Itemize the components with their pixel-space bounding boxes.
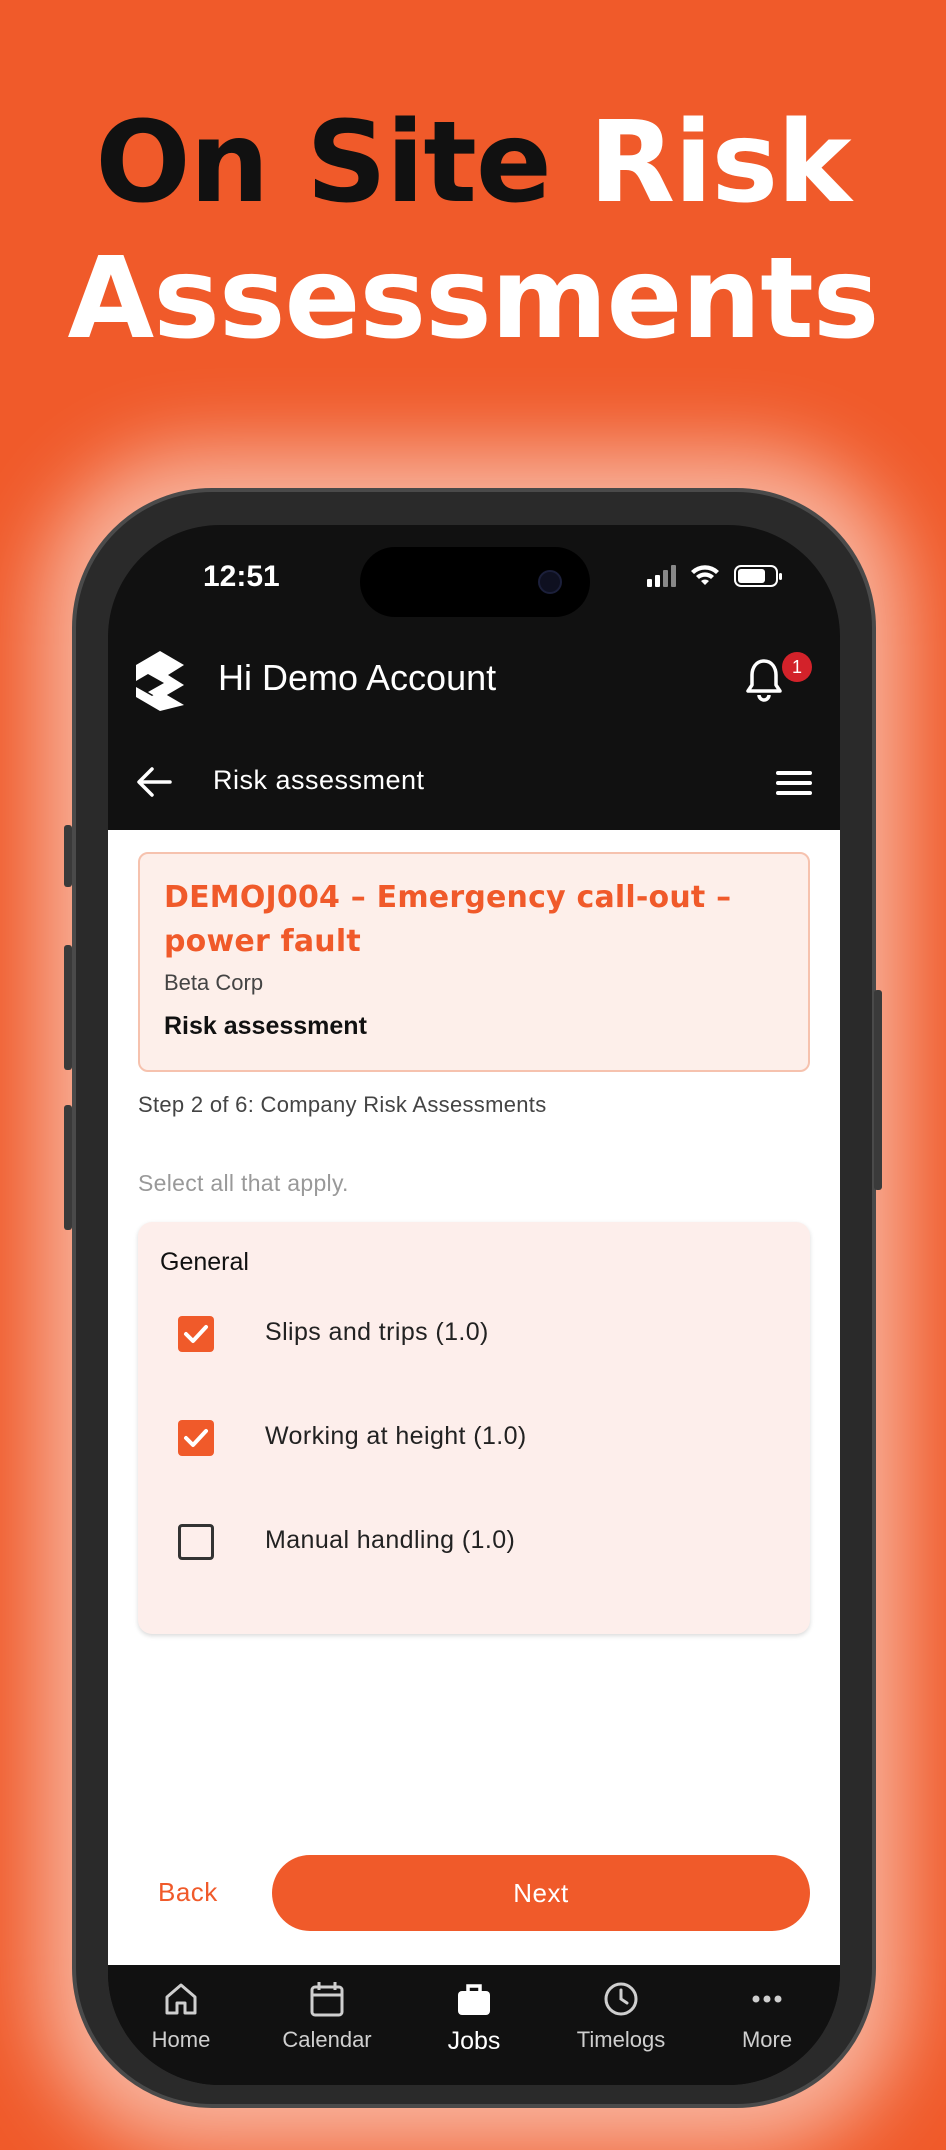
greeting-title: Hi Demo Account	[218, 657, 497, 698]
back-arrow-icon[interactable]	[136, 765, 172, 799]
dynamic-island	[360, 547, 590, 617]
tab-label: Home	[151, 2027, 211, 2052]
tab-label: More	[741, 2027, 793, 2052]
next-button[interactable]: Next	[272, 1855, 810, 1931]
main-content: DEMOJ004 – Emergency call-out – power fa…	[108, 830, 840, 1965]
phone-volume-up-button	[64, 945, 72, 1070]
checkbox-unchecked[interactable]	[178, 1524, 214, 1560]
checklist-item[interactable]: Working at height (1.0)	[138, 1398, 810, 1478]
tab-jobs[interactable]: Jobs	[401, 1965, 547, 2085]
promo-headline-light-2: Assessments	[67, 234, 880, 364]
phone-power-button	[874, 990, 882, 1190]
checklist-item[interactable]: Slips and trips (1.0)	[138, 1294, 810, 1374]
promo-headline: On Site Risk Assessments	[0, 95, 946, 367]
bottom-tab-bar: Home Calendar Jobs Timelogs More	[108, 1965, 840, 2085]
job-title: DEMOJ004 – Emergency call-out – power fa…	[164, 880, 732, 959]
checklist-item[interactable]: Manual handling (1.0)	[138, 1502, 810, 1582]
notification-badge: 1	[782, 652, 812, 682]
status-time: 12:51	[203, 560, 280, 593]
checkmark-icon	[184, 1325, 208, 1343]
checklist-item-label: Manual handling (1.0)	[265, 1526, 516, 1554]
step-indicator: Step 2 of 6: Company Risk Assessments	[138, 1092, 547, 1117]
menu-hamburger-icon[interactable]	[776, 771, 812, 795]
tab-calendar[interactable]: Calendar	[254, 1965, 400, 2085]
selection-hint: Select all that apply.	[138, 1170, 349, 1196]
promo-headline-dark: On Site	[95, 98, 551, 228]
job-form-type: Risk assessment	[164, 1012, 367, 1040]
notifications-bell-icon[interactable]	[744, 657, 784, 703]
front-camera-icon	[538, 570, 562, 594]
briefcase-icon	[458, 1984, 490, 2015]
company-logo-icon	[136, 651, 184, 711]
page-subheader: Risk assessment	[108, 735, 840, 830]
calendar-icon	[310, 1982, 344, 2017]
battery-icon	[734, 565, 782, 587]
tab-label: Calendar	[282, 2027, 372, 2052]
status-icons	[647, 565, 782, 587]
tab-more[interactable]: More	[694, 1965, 840, 2085]
tab-timelogs[interactable]: Timelogs	[548, 1965, 694, 2085]
phone-volume-down-button	[64, 1105, 72, 1230]
tab-label: Timelogs	[576, 2027, 666, 2052]
promo-headline-line-1: On Site Risk	[0, 95, 946, 231]
checklist-item-label: Slips and trips (1.0)	[265, 1318, 489, 1346]
section-title: General	[160, 1248, 249, 1276]
tab-label: Jobs	[447, 2027, 501, 2055]
clock-icon	[604, 1982, 638, 2016]
tab-home[interactable]: Home	[108, 1965, 254, 2085]
back-button[interactable]: Back	[158, 1877, 218, 1908]
risk-section-card: General Slips and trips (1.0) Working at…	[138, 1222, 810, 1634]
wifi-icon	[691, 565, 719, 585]
phone-screen: 12:51 Hi Demo Account 1 Risk assessment …	[108, 525, 840, 2085]
job-client: Beta Corp	[164, 970, 264, 995]
checklist-item-label: Working at height (1.0)	[265, 1422, 527, 1450]
checkbox-checked[interactable]	[178, 1420, 214, 1456]
cellular-signal-icon	[647, 565, 676, 587]
checkbox-checked[interactable]	[178, 1316, 214, 1352]
job-summary-card: DEMOJ004 – Emergency call-out – power fa…	[138, 852, 810, 1072]
promo-headline-light-1: Risk	[588, 98, 852, 228]
more-icon	[752, 1995, 782, 2003]
phone-action-button	[64, 825, 72, 887]
checkmark-icon	[184, 1429, 208, 1447]
app-header: Hi Demo Account 1	[108, 625, 840, 735]
page-title: Risk assessment	[213, 765, 425, 795]
home-icon	[165, 1983, 197, 2015]
